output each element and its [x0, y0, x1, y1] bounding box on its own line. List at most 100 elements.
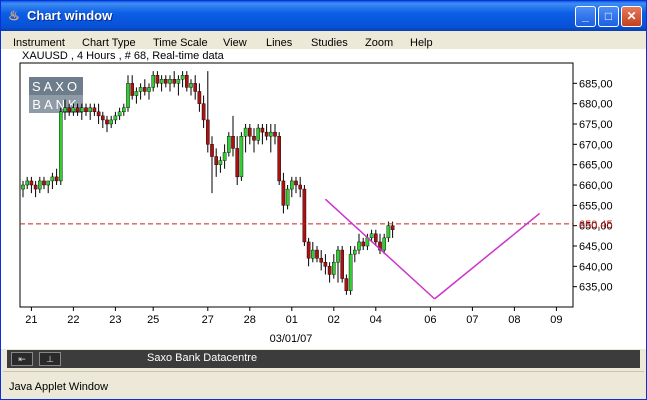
candle-body: [163, 79, 168, 84]
scroll-start-button[interactable]: ⇤: [11, 352, 33, 366]
candle-body: [71, 107, 76, 113]
java-cup-icon: ♨: [8, 8, 20, 23]
x-tick-label: 22: [67, 314, 79, 326]
close-button[interactable]: ✕: [621, 6, 642, 27]
candle-body: [105, 119, 109, 125]
candle-body: [25, 180, 30, 186]
candle-body: [290, 180, 294, 190]
candle-body: [197, 91, 202, 104]
candle-body: [302, 188, 307, 243]
y-tick-label: 655,00: [579, 200, 613, 212]
candle-body: [134, 91, 139, 96]
candle-body: [42, 180, 46, 186]
candle-body: [222, 152, 227, 161]
candle-body: [369, 233, 374, 239]
candle-body: [138, 87, 143, 92]
candle-body: [21, 184, 25, 190]
candle-body: [121, 107, 126, 113]
y-tick-label: 660,00: [579, 180, 613, 192]
candle-body: [277, 135, 282, 182]
candle-body: [210, 144, 214, 157]
candle-body: [348, 253, 353, 291]
status-text: Saxo Bank Datacentre: [147, 352, 258, 364]
candle-body: [332, 262, 336, 275]
y-tick-label: 685,00: [579, 78, 613, 90]
candle-body: [285, 188, 290, 206]
candle-body: [306, 241, 311, 259]
price-chart[interactable]: SAXO BANK 635,00640,00645,00650,00655,00…: [1, 49, 646, 349]
candle-body: [273, 131, 277, 137]
y-tick-label: 635,00: [579, 282, 613, 294]
candle-body: [100, 115, 105, 121]
reference-price-label: 650,45: [579, 219, 613, 231]
candle-body: [235, 148, 240, 178]
x-tick-label: 21: [25, 314, 37, 326]
x-tick-label: 25: [147, 314, 159, 326]
menu-zoom[interactable]: Zoom: [365, 37, 393, 49]
chart-panel[interactable]: XAUUSD , 4 Hours , # 68, Real-time data …: [1, 49, 646, 349]
x-tick-label: 07: [466, 314, 478, 326]
applet-status-bar: Java Applet Window: [3, 371, 644, 398]
candle-body: [201, 103, 206, 121]
x-tick-label: 08: [508, 314, 520, 326]
candle-body: [184, 75, 189, 88]
candle-body: [382, 237, 387, 251]
candle-body: [311, 249, 315, 259]
y-tick-label: 645,00: [579, 241, 613, 253]
candle-body: [239, 135, 244, 178]
candle-body: [294, 180, 298, 186]
minimize-button[interactable]: _: [575, 6, 596, 27]
candle-body: [151, 75, 156, 88]
y-tick-label: 670,00: [579, 139, 613, 151]
candle-body: [180, 75, 185, 80]
menu-lines[interactable]: Lines: [266, 37, 292, 49]
candle-body: [281, 180, 286, 206]
x-tick-label: 27: [202, 314, 214, 326]
candle-body: [117, 111, 122, 117]
menu-instrument[interactable]: Instrument: [13, 37, 65, 49]
candle-body: [176, 79, 181, 84]
candle-body: [247, 127, 252, 137]
candle-body: [323, 262, 328, 267]
candle-body: [327, 266, 332, 275]
menu-time-scale[interactable]: Time Scale: [153, 37, 208, 49]
status-bar: ⇤ ⊥ Saxo Bank Datacentre: [7, 350, 640, 368]
candle-body: [59, 111, 63, 182]
candle-body: [264, 131, 269, 137]
candle-body: [361, 241, 366, 247]
crosshair-button[interactable]: ⊥: [39, 352, 61, 366]
y-tick-label: 675,00: [579, 119, 613, 131]
candle-body: [315, 249, 319, 259]
candle-body: [147, 87, 151, 92]
window-title: Chart window: [27, 8, 113, 23]
x-tick-label: 23: [109, 314, 121, 326]
candle-body: [130, 83, 135, 96]
candle-body: [386, 225, 391, 239]
candle-body: [88, 107, 92, 113]
x-tick-label: 01: [286, 314, 298, 326]
x-tick-label: 09: [550, 314, 562, 326]
title-bar[interactable]: ♨ Chart window _ □ ✕: [1, 1, 646, 31]
candle-body: [54, 176, 59, 182]
candle-body: [256, 127, 261, 141]
y-tick-label: 665,00: [579, 160, 613, 172]
candle-body: [340, 249, 345, 279]
candle-body: [226, 135, 231, 153]
y-tick-label: 680,00: [579, 99, 613, 111]
candle-body: [159, 79, 164, 84]
applet-text: Java Applet Window: [9, 381, 109, 393]
candle-body: [298, 184, 303, 190]
menu-bar: Instrument Chart Type Time Scale View Li…: [1, 31, 646, 49]
menu-help[interactable]: Help: [410, 37, 433, 49]
candle-body: [189, 83, 193, 88]
menu-view[interactable]: View: [223, 37, 247, 49]
candle-body: [252, 135, 256, 141]
maximize-button[interactable]: □: [598, 6, 619, 27]
candle-body: [79, 107, 84, 113]
logo-saxo: SAXO: [32, 79, 80, 94]
menu-chart-type[interactable]: Chart Type: [82, 37, 136, 49]
chart-window: ♨ Chart window _ □ ✕ Instrument Chart Ty…: [0, 0, 647, 400]
candle-body: [260, 127, 265, 133]
menu-studies[interactable]: Studies: [311, 37, 348, 49]
candle-body: [390, 225, 395, 230]
